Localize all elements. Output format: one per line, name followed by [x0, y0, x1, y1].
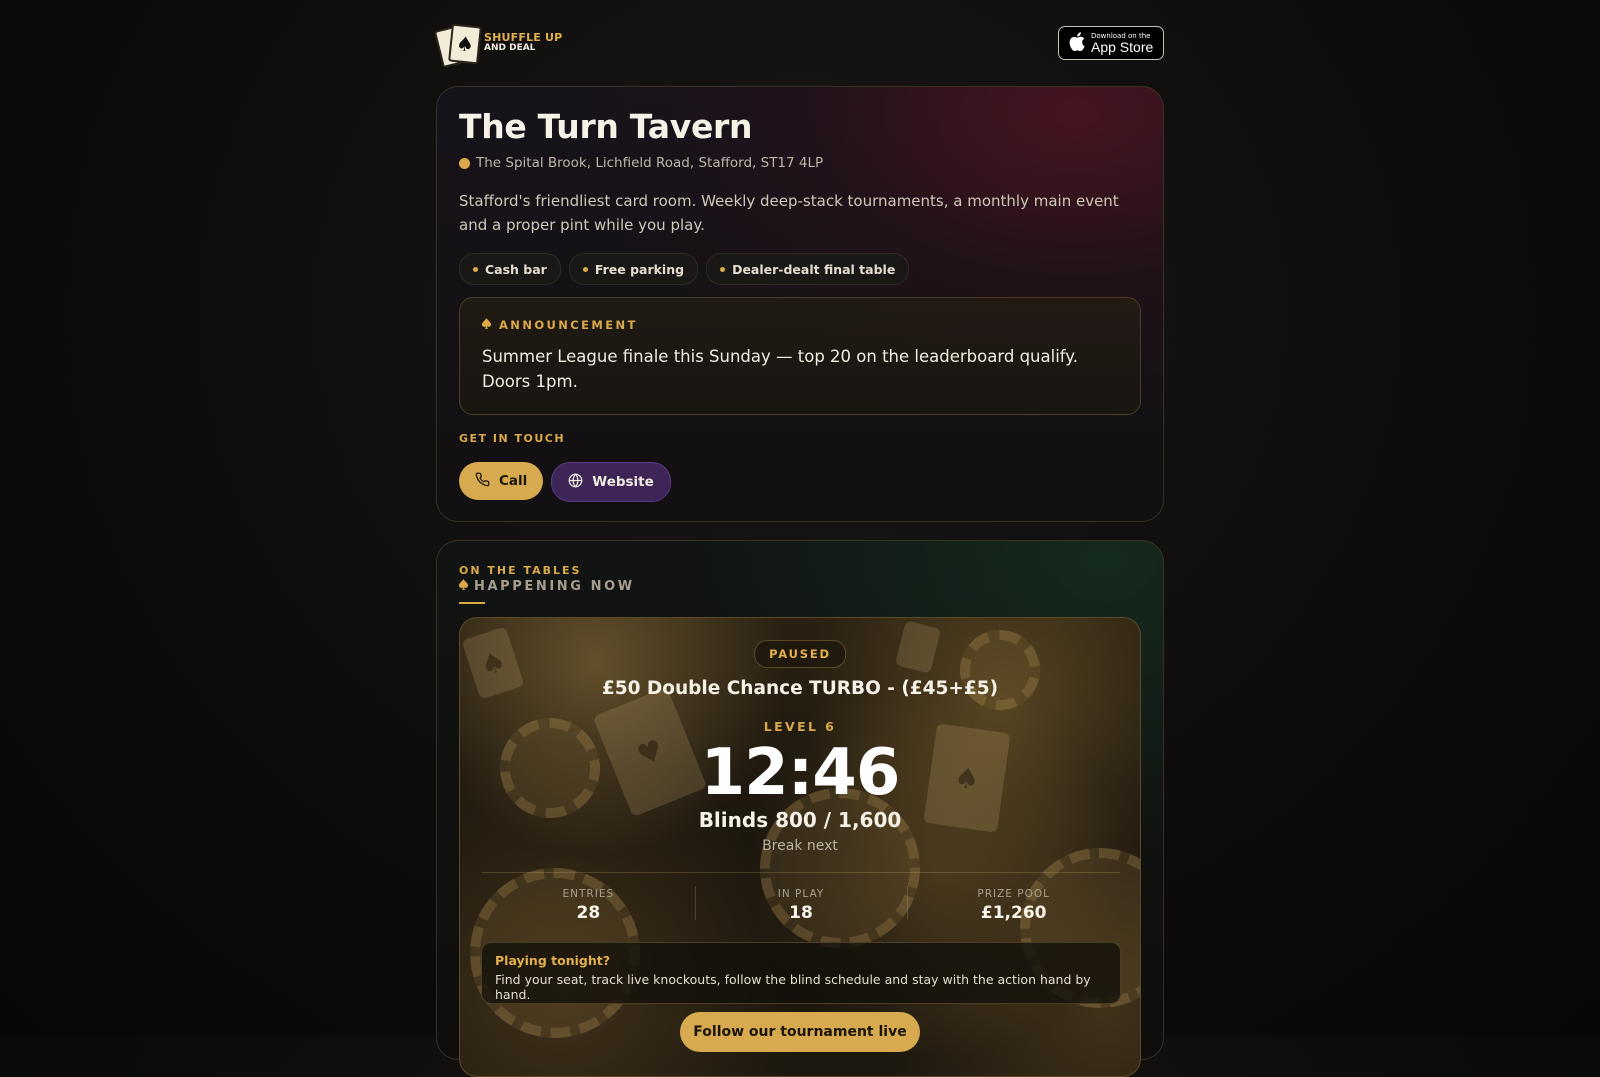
- website-button[interactable]: Website: [551, 462, 671, 502]
- follow-live-button[interactable]: Follow our tournament live: [680, 1012, 920, 1052]
- contact-heading: GET IN TOUCH: [459, 432, 566, 445]
- happening-now-heading: HAPPENING NOW: [459, 579, 635, 594]
- logo-line-2: AND DEAL: [484, 43, 536, 53]
- tables-eyebrow: ON THE TABLES: [459, 564, 582, 577]
- announcement-box: ANNOUNCEMENT Summer League finale this S…: [459, 297, 1141, 415]
- bullet-icon: [720, 266, 726, 272]
- stat-in-play: IN PLAY 18: [694, 880, 908, 930]
- top-bar: ♠ SHUFFLE UP AND DEAL Download on the Ap…: [433, 0, 1164, 86]
- venue-title: The Turn Tavern: [459, 107, 753, 146]
- venue-description: Stafford's friendliest card room. Weekly…: [459, 192, 1119, 234]
- status-badge: PAUSED: [754, 640, 846, 668]
- stat-prize-pool: PRIZE POOL £1,260: [907, 880, 1120, 930]
- app-store-big-text: App Store: [1091, 38, 1154, 55]
- venue-tags: Cash bar Free parking Dealer-dealt final…: [459, 253, 910, 285]
- page-container: ♠ SHUFFLE UP AND DEAL Download on the Ap…: [433, 0, 1164, 1077]
- divider: [482, 872, 1120, 873]
- globe-icon: [568, 472, 583, 492]
- clock-timer: 12:46: [700, 736, 901, 810]
- contact-buttons: Call Website: [459, 462, 671, 502]
- spade-icon: [482, 318, 491, 332]
- tag-free-parking: Free parking: [568, 253, 699, 285]
- announcement-text: Summer League finale this Sunday — top 2…: [482, 347, 1078, 391]
- app-store-badge[interactable]: Download on the App Store: [1058, 26, 1164, 60]
- venue-card: The Turn Tavern The Spital Brook, Lichfi…: [436, 86, 1164, 522]
- spade-icon: [459, 579, 468, 594]
- announcement-label: ANNOUNCEMENT: [482, 318, 638, 332]
- blinds-text: Blinds 800 / 1,600: [698, 808, 902, 832]
- playing-tonight-title: Playing tonight?: [495, 953, 610, 968]
- next-level-text: Break next: [762, 838, 838, 854]
- tournament-stats: ENTRIES 28 IN PLAY 18 PRIZE POOL £1,260: [482, 880, 1120, 930]
- cards-logo-icon: ♠: [433, 23, 482, 69]
- stat-entries: ENTRIES 28: [562, 888, 615, 923]
- playing-tonight-box: Playing tonight? Find your seat, track l…: [481, 942, 1121, 1004]
- bullet-icon: [473, 266, 478, 272]
- call-button[interactable]: Call: [459, 462, 544, 500]
- tag-final-table: Dealer-dealt final table: [706, 253, 910, 285]
- logo-line-1: SHUFFLE UP: [484, 31, 563, 44]
- tag-cash-bar: Cash bar: [459, 253, 561, 285]
- apple-icon: [1069, 31, 1085, 55]
- location-dot-icon: [459, 157, 470, 169]
- venue-address: The Spital Brook, Lichfield Road, Staffo…: [459, 155, 823, 171]
- phone-icon: [475, 472, 490, 491]
- venue-address-text: The Spital Brook, Lichfield Road, Staffo…: [476, 155, 824, 171]
- playing-tonight-text: Find your seat, track live knockouts, fo…: [495, 972, 1091, 1002]
- heading-underline: [459, 602, 485, 604]
- tournament-name: £50 Double Chance TURBO - (£45+£5): [601, 678, 999, 699]
- bullet-icon: [582, 266, 588, 272]
- level-label: LEVEL 6: [763, 719, 837, 734]
- tables-card: ON THE TABLES HAPPENING NOW ♠ ♥ ♠ PAUSED…: [436, 540, 1164, 1077]
- logo[interactable]: ♠ SHUFFLE UP AND DEAL: [433, 23, 563, 69]
- live-tournament-panel: ♠ ♥ ♠ PAUSED £50 Double Chance TURBO - (…: [459, 617, 1141, 1077]
